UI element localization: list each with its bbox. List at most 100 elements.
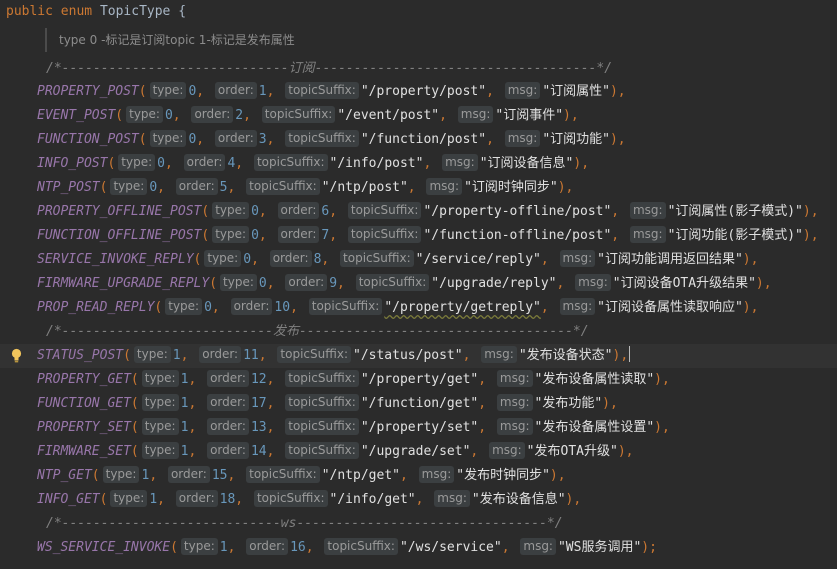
line-ending: ),	[563, 108, 579, 123]
param-hint-type: type:	[220, 274, 257, 291]
comma: ,	[266, 396, 283, 411]
comma: ,	[321, 252, 338, 267]
code-line-enum-entry[interactable]: PROPERTY_OFFLINE_POST(type: 0, order: 6, t…	[0, 200, 837, 224]
code-line-enum-entry[interactable]: NTP_GET(type: 1, order: 15, topicSuffix: "/…	[0, 464, 837, 488]
comma: ,	[415, 492, 432, 507]
enum-constant-name: FIRMWARE_SET	[37, 444, 131, 459]
enum-constant-name: FUNCTION_GET	[37, 396, 131, 411]
keyword-public: public	[6, 4, 53, 19]
topic-suffix-value: "/property/get"	[360, 372, 479, 387]
param-hint-msg: msg:	[629, 226, 666, 243]
code-editor[interactable]: public enum TopicType { type 0 -标记是订阅top…	[0, 0, 837, 569]
type-value: 0	[164, 108, 173, 123]
param-hint-topic-suffix: topicSuffix:	[253, 490, 328, 507]
keyword-enum: enum	[60, 4, 93, 19]
code-line-enum-entry[interactable]: PROPERTY_GET(type: 1, order: 12, topicSuff…	[0, 368, 837, 392]
comma: ,	[227, 468, 244, 483]
comma: ,	[180, 348, 197, 363]
order-value: 17	[250, 396, 267, 411]
param-hint-topic-suffix: topicSuffix:	[246, 178, 320, 195]
code-line-enum-header[interactable]: public enum TopicType {	[0, 0, 837, 24]
line-ending: ),	[549, 468, 566, 483]
param-hint-msg: msg:	[520, 538, 556, 555]
param-hint-topic-suffix: topicSuffix:	[285, 130, 359, 147]
code-line-enum-entry[interactable]: NTP_POST(type: 0, order: 5, topicSuffix: "/…	[0, 176, 837, 200]
separator-comment: /*---------------------------发布---------…	[46, 324, 589, 339]
code-line-enum-entry[interactable]: WS_SERVICE_INVOKE(type: 1, order: 16, topi…	[0, 536, 837, 560]
param-hint-type: type:	[165, 298, 203, 315]
code-line-enum-entry[interactable]: FUNCTION_OFFLINE_POST(type: 0, order: 7, t…	[0, 224, 837, 248]
param-hint-order: order:	[285, 274, 328, 291]
topic-suffix-value: "/service/reply"	[415, 252, 541, 267]
code-line-enum-entry[interactable]: PROPERTY_POST(type: 0, order: 1, topicSuff…	[0, 80, 837, 104]
code-line-enum-entry[interactable]: PROPERTY_SET(type: 1, order: 13, topicSuff…	[0, 416, 837, 440]
comma: ,	[196, 132, 212, 147]
param-hint-topic-suffix: topicSuffix:	[347, 202, 422, 219]
enum-constant-name: STATUS_POST	[37, 348, 124, 363]
open-paren: (	[99, 492, 108, 507]
comma: ,	[188, 444, 205, 459]
code-line-enum-entry[interactable]: FUNCTION_GET(type: 1, order: 17, topicSuff…	[0, 392, 837, 416]
open-paren: (	[130, 420, 139, 435]
comma: ,	[172, 108, 189, 123]
topic-suffix-value: "/property/set"	[360, 420, 479, 435]
comma: ,	[211, 300, 228, 315]
comma: ,	[266, 420, 283, 435]
comma: ,	[470, 444, 487, 459]
line-ending: ),	[602, 396, 618, 411]
comma: ,	[251, 252, 267, 267]
topic-suffix-value: "/function/post"	[360, 132, 487, 147]
param-hint-topic-suffix: topicSuffix:	[285, 394, 359, 411]
msg-value: "发布OTA升级"	[526, 444, 618, 459]
msg-value: "订阅属性"	[542, 84, 610, 99]
code-line-enum-entry[interactable]: INFO_POST(type: 0, order: 4, topicSuffix: "…	[0, 152, 837, 176]
code-line-separator-publish[interactable]: /*---------------------------发布---------…	[0, 320, 837, 344]
msg-value: "订阅功能"	[542, 132, 610, 147]
msg-value: "订阅功能(影子模式)"	[667, 228, 803, 243]
param-hint-topic-suffix: topicSuffix:	[277, 346, 351, 363]
code-line-enum-entry[interactable]: SERVICE_INVOKE_REPLY(type: 0, order: 8, to…	[0, 248, 837, 272]
param-hint-type: type:	[118, 154, 156, 171]
code-line-enum-entry[interactable]: INFO_GET(type: 1, order: 18, topicSuffix: "…	[0, 488, 837, 512]
param-hint-type: type:	[141, 370, 179, 387]
param-hint-topic-suffix: topicSuffix:	[285, 370, 359, 387]
param-hint-order: order:	[214, 82, 257, 99]
type-value: 0	[157, 156, 165, 171]
topic-suffix-value: "/event/post"	[337, 108, 440, 123]
comma: ,	[439, 108, 455, 123]
param-hint-type: type:	[180, 538, 218, 555]
comma: ,	[149, 468, 165, 483]
comma: ,	[501, 540, 518, 555]
enum-constant-name: SERVICE_INVOKE_REPLY	[37, 252, 194, 267]
msg-value: "发布功能"	[534, 396, 603, 411]
param-hint-msg: msg:	[504, 130, 541, 147]
code-line-enum-entry[interactable]: PROP_READ_REPLY(type: 0, order: 10, topicS…	[0, 296, 837, 320]
code-line-enum-entry[interactable]: EVENT_POST(type: 0, order: 2, topicSuffix:…	[0, 104, 837, 128]
comma: ,	[337, 276, 353, 291]
param-hint-msg: msg:	[629, 202, 666, 219]
code-line-separator-ws[interactable]: /*----------------------------ws--------…	[0, 512, 837, 536]
intention-bulb-icon[interactable]	[11, 348, 22, 363]
code-line-enum-entry[interactable]: FIRMWARE_UPGRADE_REPLY(type: 0, order: 9, …	[0, 272, 837, 296]
comma: ,	[611, 228, 627, 243]
open-paren: (	[115, 108, 124, 123]
code-line-enum-entry[interactable]: FUNCTION_POST(type: 0, order: 3, topicSuff…	[0, 128, 837, 152]
line-ending: );	[641, 540, 657, 555]
param-hint-msg: msg:	[559, 250, 596, 267]
comma: ,	[611, 204, 627, 219]
param-hint-order: order:	[277, 226, 320, 243]
code-line-separator-subscribe[interactable]: /*-----------------------------订阅-------…	[0, 57, 837, 81]
order-value: 11	[243, 348, 259, 363]
code-line-enum-entry[interactable]: FIRMWARE_SET(type: 1, order: 14, topicSuff…	[0, 440, 837, 464]
order-value: 10	[274, 300, 291, 315]
line-ending: ),	[802, 228, 819, 243]
line-ending: ),	[565, 492, 582, 507]
separator-comment: /*----------------------------ws--------…	[46, 516, 563, 531]
order-value: 3	[258, 132, 267, 147]
param-hint-type: type:	[126, 106, 163, 123]
order-value: 9	[329, 276, 338, 291]
param-hint-topic-suffix: topicSuffix:	[285, 82, 359, 99]
comma: ,	[196, 84, 212, 99]
param-hint-msg: msg:	[496, 418, 533, 435]
code-line-enum-entry[interactable]: STATUS_POST(type: 1, order: 11, topicSuffi…	[0, 344, 837, 368]
